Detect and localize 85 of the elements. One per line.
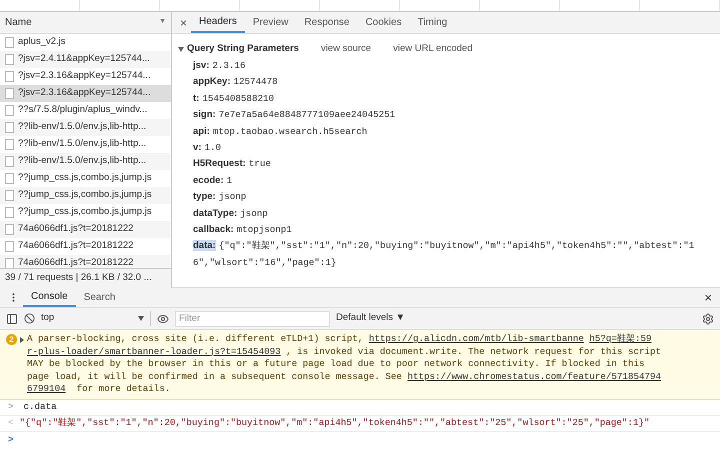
warning-message-line: page load, it will be confirmed in a subsequent console message. See https://www.chromestatus.com/feature/571854794 — [27, 370, 662, 383]
file-icon — [5, 88, 14, 99]
query-parameter: t: 1545408588210 — [193, 92, 276, 106]
request-name: ?jsv=2.4.11&appKey=125744... — [18, 52, 150, 66]
query-parameter: jsv: 2.3.16 — [193, 59, 246, 73]
levels-dropdown[interactable]: Default levels ▼ — [336, 311, 406, 326]
request-name: 74a6066df1.js?t=20181222 — [18, 256, 134, 268]
request-row[interactable]: ??lib-env/1.5.0/env.js,lib-http... — [0, 153, 171, 170]
warning-message-line: 6799104 for more details. — [27, 383, 172, 396]
clear-icon[interactable] — [24, 313, 35, 324]
tab[interactable]: Timing — [410, 12, 456, 33]
query-parameter: api: mtop.taobao.wsearch.h5search — [193, 124, 368, 139]
view-link[interactable]: view URL encoded — [393, 42, 472, 56]
request-row[interactable]: ??jump_css.js,combo.js,jump.js — [0, 187, 171, 204]
query-parameter: data: {"q":"鞋架","sst":"1","n":20,"buying":"buyitnow","m":"api4h5","token4h5":"","abtest":"16","wlsort":"16","page":1} — [193, 239, 696, 270]
prompt-icon[interactable]: > — [8, 432, 14, 446]
request-name: aplus_v2.js — [18, 35, 66, 50]
query-parameter: callback: mtopjsonp1 — [193, 223, 293, 238]
dropdown-icon — [138, 316, 144, 321]
file-icon — [5, 224, 14, 235]
file-icon — [5, 258, 14, 268]
column-label: Name — [5, 16, 32, 30]
tab[interactable]: Response — [296, 12, 358, 33]
command-text: c.data — [24, 400, 57, 414]
file-icon — [5, 207, 14, 218]
request-row[interactable]: ??lib-env/1.5.0/env.js,lib-http... — [0, 119, 171, 136]
warning-link[interactable]: 6799104 — [27, 383, 66, 394]
warning-link[interactable]: https://g.alicdn.com/mtb/lib-smartbanne — [368, 333, 584, 344]
warning-message-line: r-plus-loader/smartbanner-loader.js?t=15454093 , is invoked via document.write. The network request for this script — [27, 346, 662, 358]
request-row[interactable]: 74a6066df1.js?t=20181222 — [0, 221, 171, 238]
view-link[interactable]: view source — [320, 42, 372, 56]
triangle-icon — [178, 46, 184, 52]
file-icon — [5, 54, 14, 65]
request-name: 74a6066df1.js?t=20181222 — [18, 239, 134, 254]
request-row[interactable]: ?jsv=2.4.11&appKey=125744... — [0, 51, 171, 68]
request-name: ??lib-env/1.5.0/env.js,lib-http... — [18, 137, 146, 152]
request-name: 74a6066df1.js?t=20181222 — [18, 222, 134, 236]
query-parameter: ecode: 1 — [193, 174, 234, 188]
tab[interactable]: Headers — [191, 12, 245, 33]
file-icon — [5, 71, 14, 82]
expand-icon[interactable] — [20, 337, 24, 343]
eye-icon[interactable] — [157, 312, 169, 324]
network-summary: 39 / 71 requests | 26.1 KB / 32.0 ... — [0, 268, 171, 288]
sidebar-icon[interactable] — [6, 312, 18, 324]
file-icon — [5, 173, 14, 184]
file-icon — [5, 241, 14, 252]
close-button[interactable]: × — [700, 288, 716, 307]
warning-message-line: MAY be blocked by the browser in this or a future page load due to poor network connectivity. If blocked in this — [27, 358, 646, 370]
query-parameter: dataType: jsonp — [193, 206, 269, 221]
query-parameter: H5Request: true — [193, 157, 272, 172]
context-dropdown[interactable]: top — [41, 311, 151, 326]
tab[interactable]: Preview — [244, 12, 296, 33]
request-name: ??jump_css.js,combo.js,jump.js — [18, 188, 152, 202]
result-icon: < — [8, 416, 14, 430]
request-name: ??lib-env/1.5.0/env.js,lib-http... — [18, 154, 146, 168]
query-parameter: v: 1.0 — [193, 141, 222, 156]
file-icon — [5, 105, 14, 116]
close-button[interactable]: × — [176, 12, 192, 33]
warning-link[interactable]: h5?q=鞋架:59 — [589, 333, 652, 344]
file-icon — [5, 122, 14, 133]
filter-field[interactable]: Filter — [175, 310, 330, 326]
result-text: "{"q":"鞋架","sst":"1","n":20,"buying":"buyitnow","m":"api4h5","token4h5":"","abtest":"25","wlsort":"25","page":1}" — [20, 416, 650, 430]
file-icon — [5, 139, 14, 150]
warning-link[interactable]: https://www.chromestatus.com/feature/571854794 — [407, 370, 662, 382]
warning-count: 2 — [6, 334, 17, 345]
prompt-icon: > — [8, 400, 14, 414]
query-parameter: appKey: 12574478 — [193, 75, 279, 90]
tab[interactable]: Cookies — [357, 12, 410, 33]
request-name: ??lib-env/1.5.0/env.js,lib-http... — [18, 120, 146, 134]
request-name: ??s/7.5.8/plugin/aplus_windv... — [18, 103, 148, 118]
request-name: ??jump_css.js,combo.js,jump.js — [18, 171, 152, 186]
query-parameter: sign: 7e7e7a5a64e8848777109aee24045251 — [193, 108, 396, 122]
warning-link[interactable]: r-plus-loader/smartbanner-loader.js?t=15454093 — [27, 346, 281, 356]
file-icon — [5, 37, 14, 48]
settings-icon[interactable] — [702, 312, 714, 324]
warning-message-line: A parser-blocking, cross site (i.e. different eTLD+1) script, https://g.alicdn.com/mtb/lib-smartbanne h5?q=鞋架:59 — [27, 333, 652, 346]
request-name: ?jsv=2.3.16&appKey=125744... — [18, 69, 151, 84]
request-name: ??jump_css.js,combo.js,jump.js — [18, 205, 152, 220]
query-parameter: type: jsonp — [193, 190, 248, 204]
request-row[interactable]: ?jsv=2.3.16&appKey=125744... — [0, 85, 171, 102]
request-name: ?jsv=2.3.16&appKey=125744... — [18, 86, 151, 100]
request-row[interactable]: 74a6066df1.js?t=20181222 — [0, 255, 171, 268]
tab[interactable]: Search — [76, 288, 124, 307]
file-icon — [5, 156, 14, 167]
file-icon — [5, 190, 14, 201]
